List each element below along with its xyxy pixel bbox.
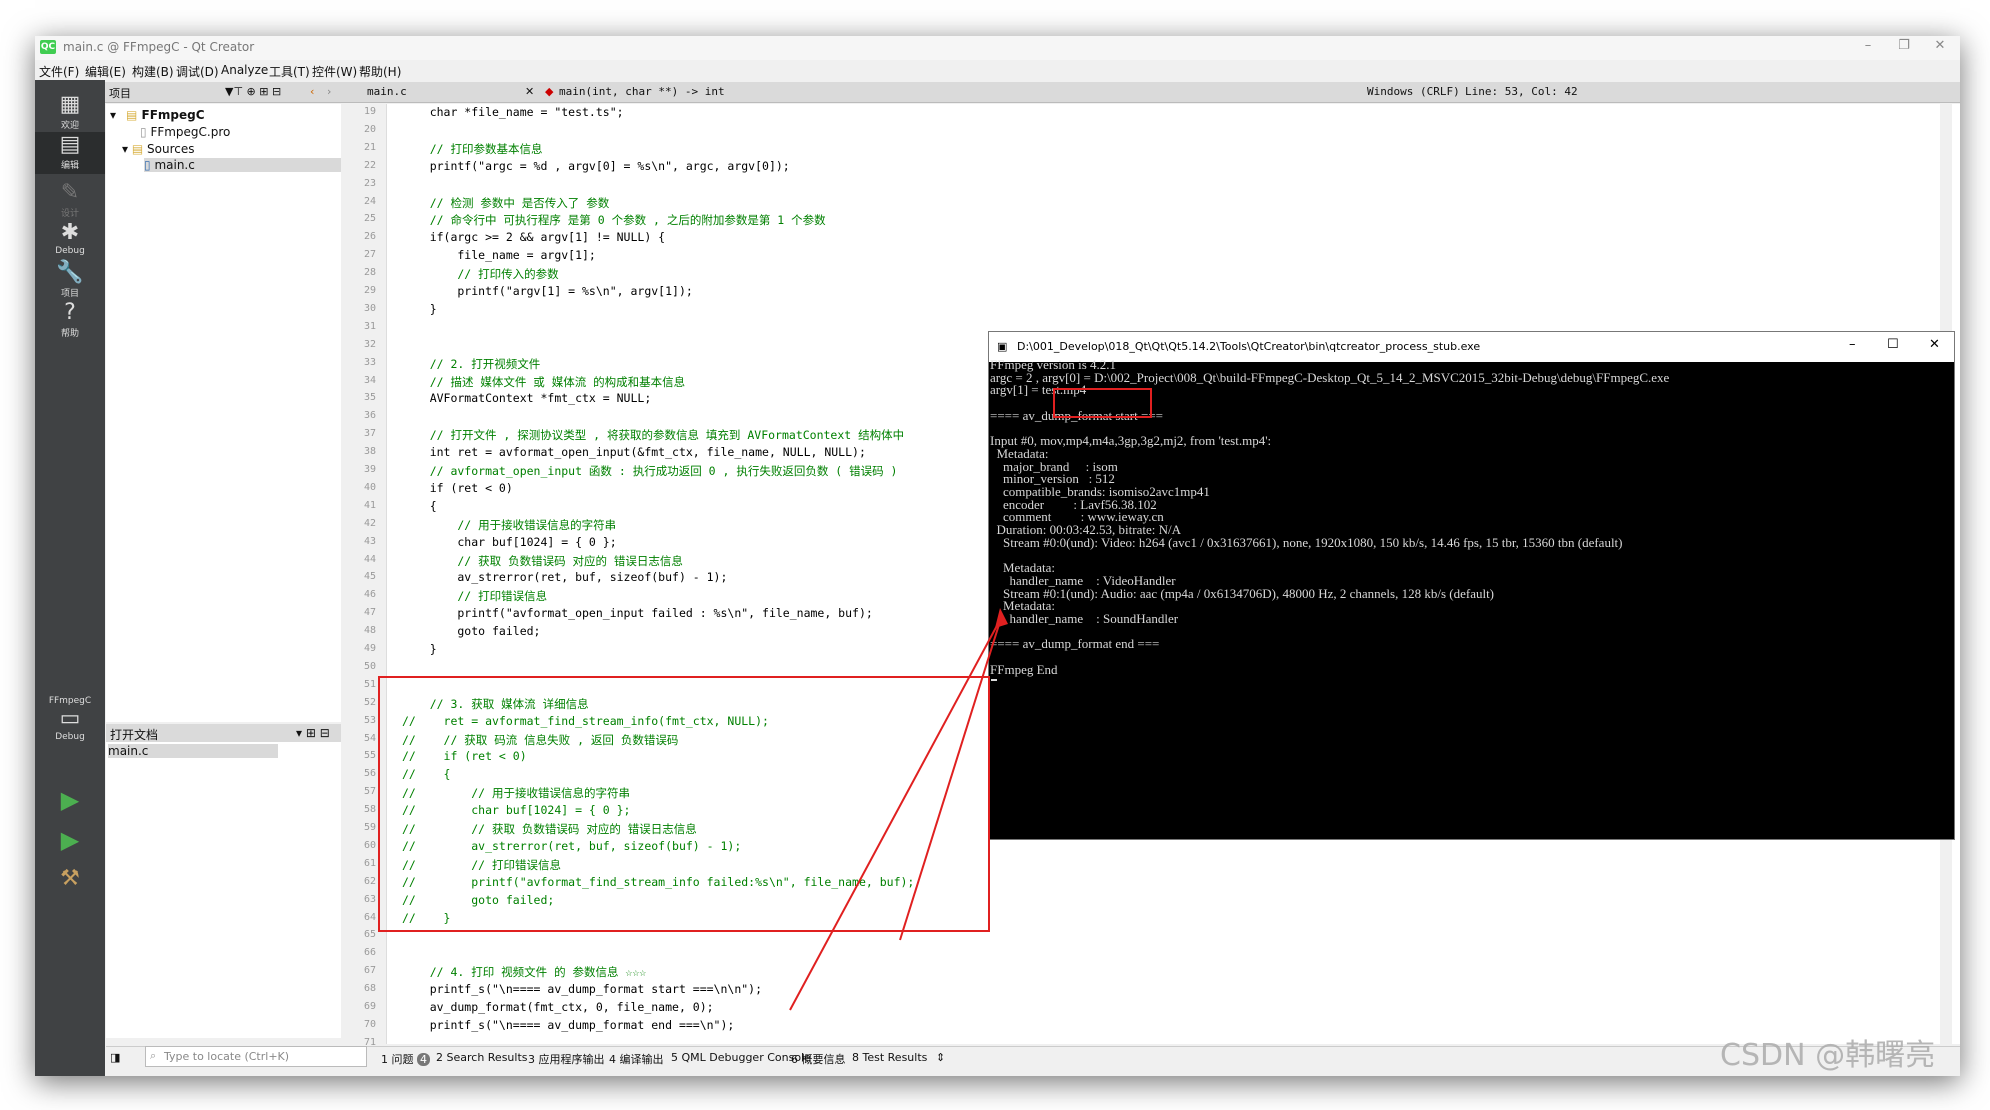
arrow-line-1 [789, 619, 1001, 1011]
annotation-arrows [789, 608, 1008, 1011]
arrow-head [995, 608, 1008, 628]
watermark: CSDN @韩曙亮 [1720, 1038, 1936, 1073]
